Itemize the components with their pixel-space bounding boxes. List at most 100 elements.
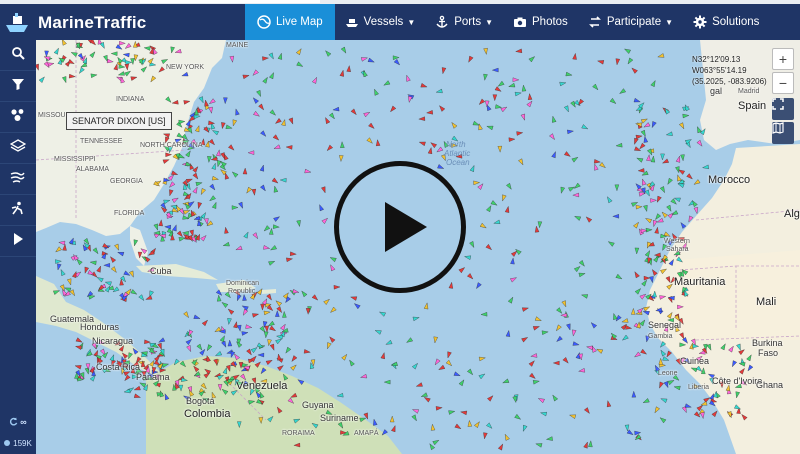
vessel-marker[interactable] xyxy=(186,345,193,353)
vessel-marker[interactable] xyxy=(250,346,258,353)
vessel-marker[interactable] xyxy=(130,58,135,65)
vessel-marker[interactable] xyxy=(264,325,269,333)
vessel-marker[interactable] xyxy=(676,174,682,182)
vessel-marker[interactable] xyxy=(491,67,499,73)
vessel-marker[interactable] xyxy=(502,378,510,385)
vessel-marker[interactable] xyxy=(260,303,265,311)
vessel-marker[interactable] xyxy=(170,46,175,54)
vessel-marker[interactable] xyxy=(389,105,397,113)
vessel-marker[interactable] xyxy=(571,156,579,163)
vessel-marker[interactable] xyxy=(654,226,660,234)
zoom-out-button[interactable]: − xyxy=(772,72,794,94)
vessel-marker[interactable] xyxy=(676,256,684,264)
vessel-marker[interactable] xyxy=(325,342,332,350)
vessel-marker[interactable] xyxy=(234,108,240,116)
vessel-marker[interactable] xyxy=(515,48,523,54)
vessel-marker[interactable] xyxy=(654,213,661,221)
vessel-marker[interactable] xyxy=(569,413,577,419)
vessel-marker[interactable] xyxy=(53,289,61,295)
vessel-marker[interactable] xyxy=(573,182,581,190)
vessel-marker[interactable] xyxy=(381,429,388,436)
vessel-marker[interactable] xyxy=(237,324,242,332)
vessel-marker[interactable] xyxy=(269,227,274,235)
vessel-marker[interactable] xyxy=(679,342,687,347)
vessel-marker[interactable] xyxy=(200,234,208,242)
vessel-marker[interactable] xyxy=(178,153,185,160)
vessel-marker[interactable] xyxy=(588,440,593,448)
vessel-marker[interactable] xyxy=(153,223,160,231)
vessel-marker[interactable] xyxy=(486,422,493,430)
vessel-marker[interactable] xyxy=(677,304,684,310)
vessel-marker[interactable] xyxy=(171,100,179,105)
vessel-marker[interactable] xyxy=(60,40,67,46)
vessel-marker[interactable] xyxy=(665,131,673,137)
vessel-marker[interactable] xyxy=(173,358,180,366)
vessel-marker[interactable] xyxy=(145,295,153,301)
vessel-marker[interactable] xyxy=(612,214,619,219)
vessel-marker[interactable] xyxy=(124,43,132,50)
vessel-marker[interactable] xyxy=(78,67,85,74)
vessel-marker[interactable] xyxy=(56,263,62,271)
vessel-marker[interactable] xyxy=(666,204,673,212)
vessel-marker[interactable] xyxy=(643,122,651,128)
vessel-marker[interactable] xyxy=(70,51,78,57)
vessel-marker[interactable] xyxy=(243,231,250,239)
vessel-marker[interactable] xyxy=(96,265,103,273)
zoom-in-button[interactable]: + xyxy=(772,48,794,70)
vessel-marker[interactable] xyxy=(420,83,428,89)
vessel-marker[interactable] xyxy=(140,65,148,73)
vessel-marker[interactable] xyxy=(296,220,302,228)
vessel-marker[interactable] xyxy=(290,355,298,363)
vessel-marker[interactable] xyxy=(163,198,171,205)
vessel-marker[interactable] xyxy=(185,150,193,158)
vessel-marker[interactable] xyxy=(537,397,545,404)
vessel-marker[interactable] xyxy=(560,313,567,318)
vessel-marker[interactable] xyxy=(248,399,256,405)
vessel-marker[interactable] xyxy=(746,364,754,372)
vessel-marker[interactable] xyxy=(366,137,374,145)
vessel-marker[interactable] xyxy=(687,215,694,223)
vessel-marker[interactable] xyxy=(508,82,516,88)
live-map[interactable]: MAINE NEW YORK MISSOURI INDIANA TENNESSE… xyxy=(36,40,800,454)
vessel-marker[interactable] xyxy=(288,117,295,125)
vessel-marker[interactable] xyxy=(110,266,118,274)
vessel-marker[interactable] xyxy=(231,119,237,127)
vessel-marker[interactable] xyxy=(212,129,219,136)
vessel-marker[interactable] xyxy=(633,351,641,359)
vessel-marker[interactable] xyxy=(304,168,312,174)
vessel-marker[interactable] xyxy=(274,118,282,125)
vessel-marker[interactable] xyxy=(566,323,572,331)
vessel-marker[interactable] xyxy=(161,58,169,65)
vessel-marker[interactable] xyxy=(179,360,187,368)
vessel-marker[interactable] xyxy=(480,312,488,317)
vessel-marker[interactable] xyxy=(348,359,355,367)
vessel-marker[interactable] xyxy=(528,359,536,367)
vessel-marker[interactable] xyxy=(467,55,474,63)
vessel-marker[interactable] xyxy=(631,390,637,398)
vessel-marker[interactable] xyxy=(652,290,657,298)
vessel-marker[interactable] xyxy=(318,204,324,212)
vessel-marker[interactable] xyxy=(132,239,139,247)
vessel-marker[interactable] xyxy=(610,332,617,340)
vessel-marker[interactable] xyxy=(187,200,195,207)
vessel-marker[interactable] xyxy=(241,331,249,336)
vessel-marker[interactable] xyxy=(143,46,151,51)
vessel-marker[interactable] xyxy=(521,306,529,312)
vessel-marker[interactable] xyxy=(728,345,735,353)
vessel-marker[interactable] xyxy=(219,335,226,343)
vessel-marker[interactable] xyxy=(696,139,704,147)
vessel-marker[interactable] xyxy=(326,144,333,152)
vessel-marker[interactable] xyxy=(679,122,685,130)
vessel-marker[interactable] xyxy=(637,168,645,173)
playback-button[interactable] xyxy=(0,226,36,257)
vessel-marker[interactable] xyxy=(659,341,667,348)
vessel-marker[interactable] xyxy=(245,324,253,330)
vessel-marker[interactable] xyxy=(658,357,663,365)
vessel-marker[interactable] xyxy=(290,363,298,371)
vessel-marker[interactable] xyxy=(276,353,282,361)
vessel-marker[interactable] xyxy=(490,200,498,207)
search-button[interactable] xyxy=(0,40,36,71)
fleets-button[interactable] xyxy=(0,102,36,133)
vessel-marker[interactable] xyxy=(590,321,597,329)
vessel-marker[interactable] xyxy=(203,99,209,107)
